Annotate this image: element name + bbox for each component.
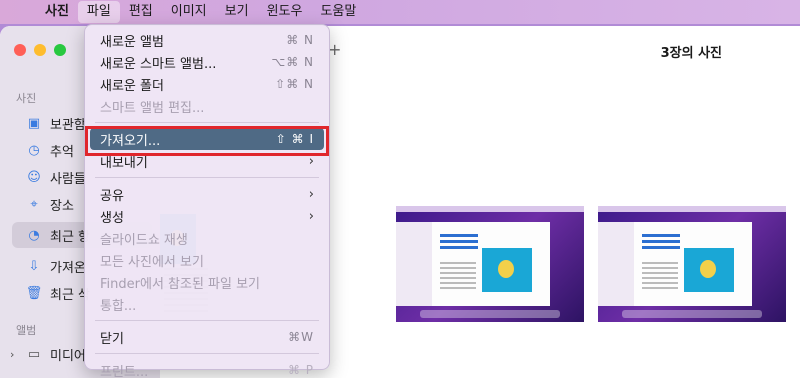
places-icon: ⌖ xyxy=(30,196,38,212)
menu-item-play-slideshow: 슬라이드쇼 재생 xyxy=(100,232,188,248)
chevron-right-icon: › xyxy=(308,186,314,202)
file-menu-dropdown: 새로운 앨범 ⌘ N 새로운 스마트 앨범... ⌥⌘ N 새로운 폴더 ⇧⌘ … xyxy=(84,24,330,378)
add-icon[interactable]: + xyxy=(328,40,341,59)
memories-icon: ◷ xyxy=(28,142,40,158)
sidebar-section-photos: 사진 xyxy=(16,92,37,105)
menu-item-new-album[interactable]: 새로운 앨범 ⌘ N xyxy=(90,29,324,51)
menu-separator xyxy=(95,320,319,321)
shortcut: ⇧⌘ N xyxy=(275,77,314,91)
clock-icon: ◔ xyxy=(28,227,40,243)
dock xyxy=(420,310,560,318)
menu-item-print: 프린트... ⌘ P xyxy=(100,363,314,378)
people-icon: ☺ xyxy=(27,169,41,185)
menu-item-edit-smart-album: 스마트 앨범 편집... xyxy=(100,100,205,116)
menu-item-new-smart-album[interactable]: 새로운 스마트 앨범... ⌥⌘ N xyxy=(90,51,324,73)
menu-item-consolidate: 통합... xyxy=(100,298,137,314)
menu-window[interactable]: 윈도우 xyxy=(258,0,312,24)
window-controls xyxy=(14,44,66,56)
menu-item-close[interactable]: 닫기 ⌘W xyxy=(90,326,324,348)
shortcut: ⇧ ⌘ I xyxy=(275,132,314,146)
menu-view[interactable]: 보기 xyxy=(216,0,258,24)
menu-file[interactable]: 파일 xyxy=(77,1,120,23)
menu-item-import[interactable]: 가져오기... ⇧ ⌘ I xyxy=(90,128,324,150)
sidebar-item-label: 장소 xyxy=(50,198,74,214)
sidebar-item-label: 추억 xyxy=(50,144,74,160)
menu-help[interactable]: 도움말 xyxy=(311,0,365,24)
menu-item-create[interactable]: 생성 › xyxy=(90,205,324,227)
menu-separator xyxy=(95,122,319,123)
sidebar-item-label: 사람들 xyxy=(50,171,86,187)
trash-icon: 🗑 xyxy=(25,285,43,301)
close-button[interactable] xyxy=(14,44,26,56)
shortcut: ⌘ P xyxy=(287,363,314,377)
menu-separator xyxy=(95,353,319,354)
menu-edit[interactable]: 편집 xyxy=(120,0,162,24)
chevron-right-icon[interactable]: › xyxy=(10,348,14,361)
shortcut: ⌘ N xyxy=(286,33,314,47)
window-title: 3장의 사진 xyxy=(660,46,722,61)
sidebar-item-label: 미디어 xyxy=(50,348,86,364)
media-stack-icon: ▭ xyxy=(27,346,41,362)
minimize-button[interactable] xyxy=(34,44,46,56)
import-icon: ⇩ xyxy=(28,258,40,274)
photo-library-icon: ▣ xyxy=(27,115,41,131)
menu-item-show-in-all-photos: 모든 사진에서 보기 xyxy=(100,254,204,270)
pool-image xyxy=(684,248,734,292)
sidebar-item-label: 가져온 xyxy=(50,260,86,276)
pool-image xyxy=(482,248,532,292)
menu-item-new-folder[interactable]: 새로운 폴더 ⇧⌘ N xyxy=(90,73,324,95)
document-preview xyxy=(432,222,550,306)
dock xyxy=(622,310,762,318)
menu-bar: 사진 파일 편집 이미지 보기 윈도우 도움말 xyxy=(0,0,800,24)
shortcut: ⌘W xyxy=(288,330,314,344)
document-preview xyxy=(634,222,752,306)
menu-separator xyxy=(95,177,319,178)
chevron-right-icon: › xyxy=(308,208,314,224)
menu-item-show-referenced-file: Finder에서 참조된 파일 보기 xyxy=(100,276,261,292)
menu-image[interactable]: 이미지 xyxy=(162,0,216,24)
zoom-button[interactable] xyxy=(54,44,66,56)
photo-thumbnail[interactable] xyxy=(598,206,786,322)
menu-app-photos[interactable]: 사진 xyxy=(36,0,78,24)
sidebar-item-label: 보관함 xyxy=(50,117,86,133)
menu-item-export[interactable]: 내보내기 › xyxy=(90,150,324,172)
photo-thumbnail[interactable] xyxy=(396,206,584,322)
chevron-right-icon: › xyxy=(308,153,314,169)
shortcut: ⌥⌘ N xyxy=(271,55,314,69)
menu-item-share[interactable]: 공유 › xyxy=(90,183,324,205)
sidebar-section-albums: 앨범 xyxy=(16,324,37,337)
